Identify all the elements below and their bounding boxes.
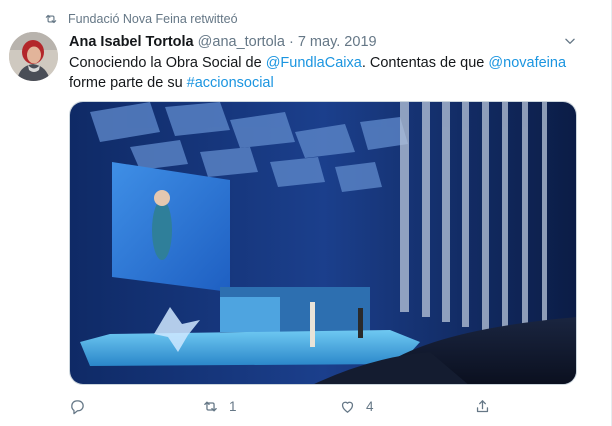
header-separator: · [288,34,294,50]
retweet-icon [45,14,57,24]
avatar[interactable] [9,32,58,81]
tweet-text-part: . Contentas de que [361,55,489,71]
hashtag-link[interactable]: #accionsocial [187,75,274,91]
mention-link[interactable]: @FundlaCaixa [266,55,362,71]
retweet-button[interactable]: 1 [202,398,237,415]
retweet-icon [204,401,217,412]
tweet-photo[interactable] [69,101,577,385]
share-icon [476,400,489,413]
tweet-text-part: Conociendo la Obra Social de [69,55,266,71]
tweet-header: Ana Isabel Tortola @ana_tortola · 7 may.… [69,33,377,51]
retweet-context-label: Fundació Nova Feina retwitteó [68,12,238,26]
heart-icon [341,401,354,413]
like-button[interactable]: 4 [339,398,374,415]
chevron-down-icon[interactable] [563,34,577,48]
mention-link[interactable]: @novafeina [488,55,566,71]
reply-button[interactable] [69,398,96,415]
retweet-context[interactable]: Fundació Nova Feina retwitteó [44,10,238,28]
like-count: 4 [366,399,374,414]
author-name[interactable]: Ana Isabel Tortola [69,34,194,50]
tweet-text: Conociendo la Obra Social de @FundlaCaix… [69,53,579,93]
reply-icon [71,400,84,415]
tweet-actions: 1 4 [69,398,509,418]
tweet-text-part: forme parte de su [69,75,187,91]
share-button[interactable] [474,398,491,415]
tweet-date[interactable]: 7 may. 2019 [298,34,377,50]
author-handle[interactable]: @ana_tortola [198,34,285,50]
retweet-count: 1 [229,399,237,414]
